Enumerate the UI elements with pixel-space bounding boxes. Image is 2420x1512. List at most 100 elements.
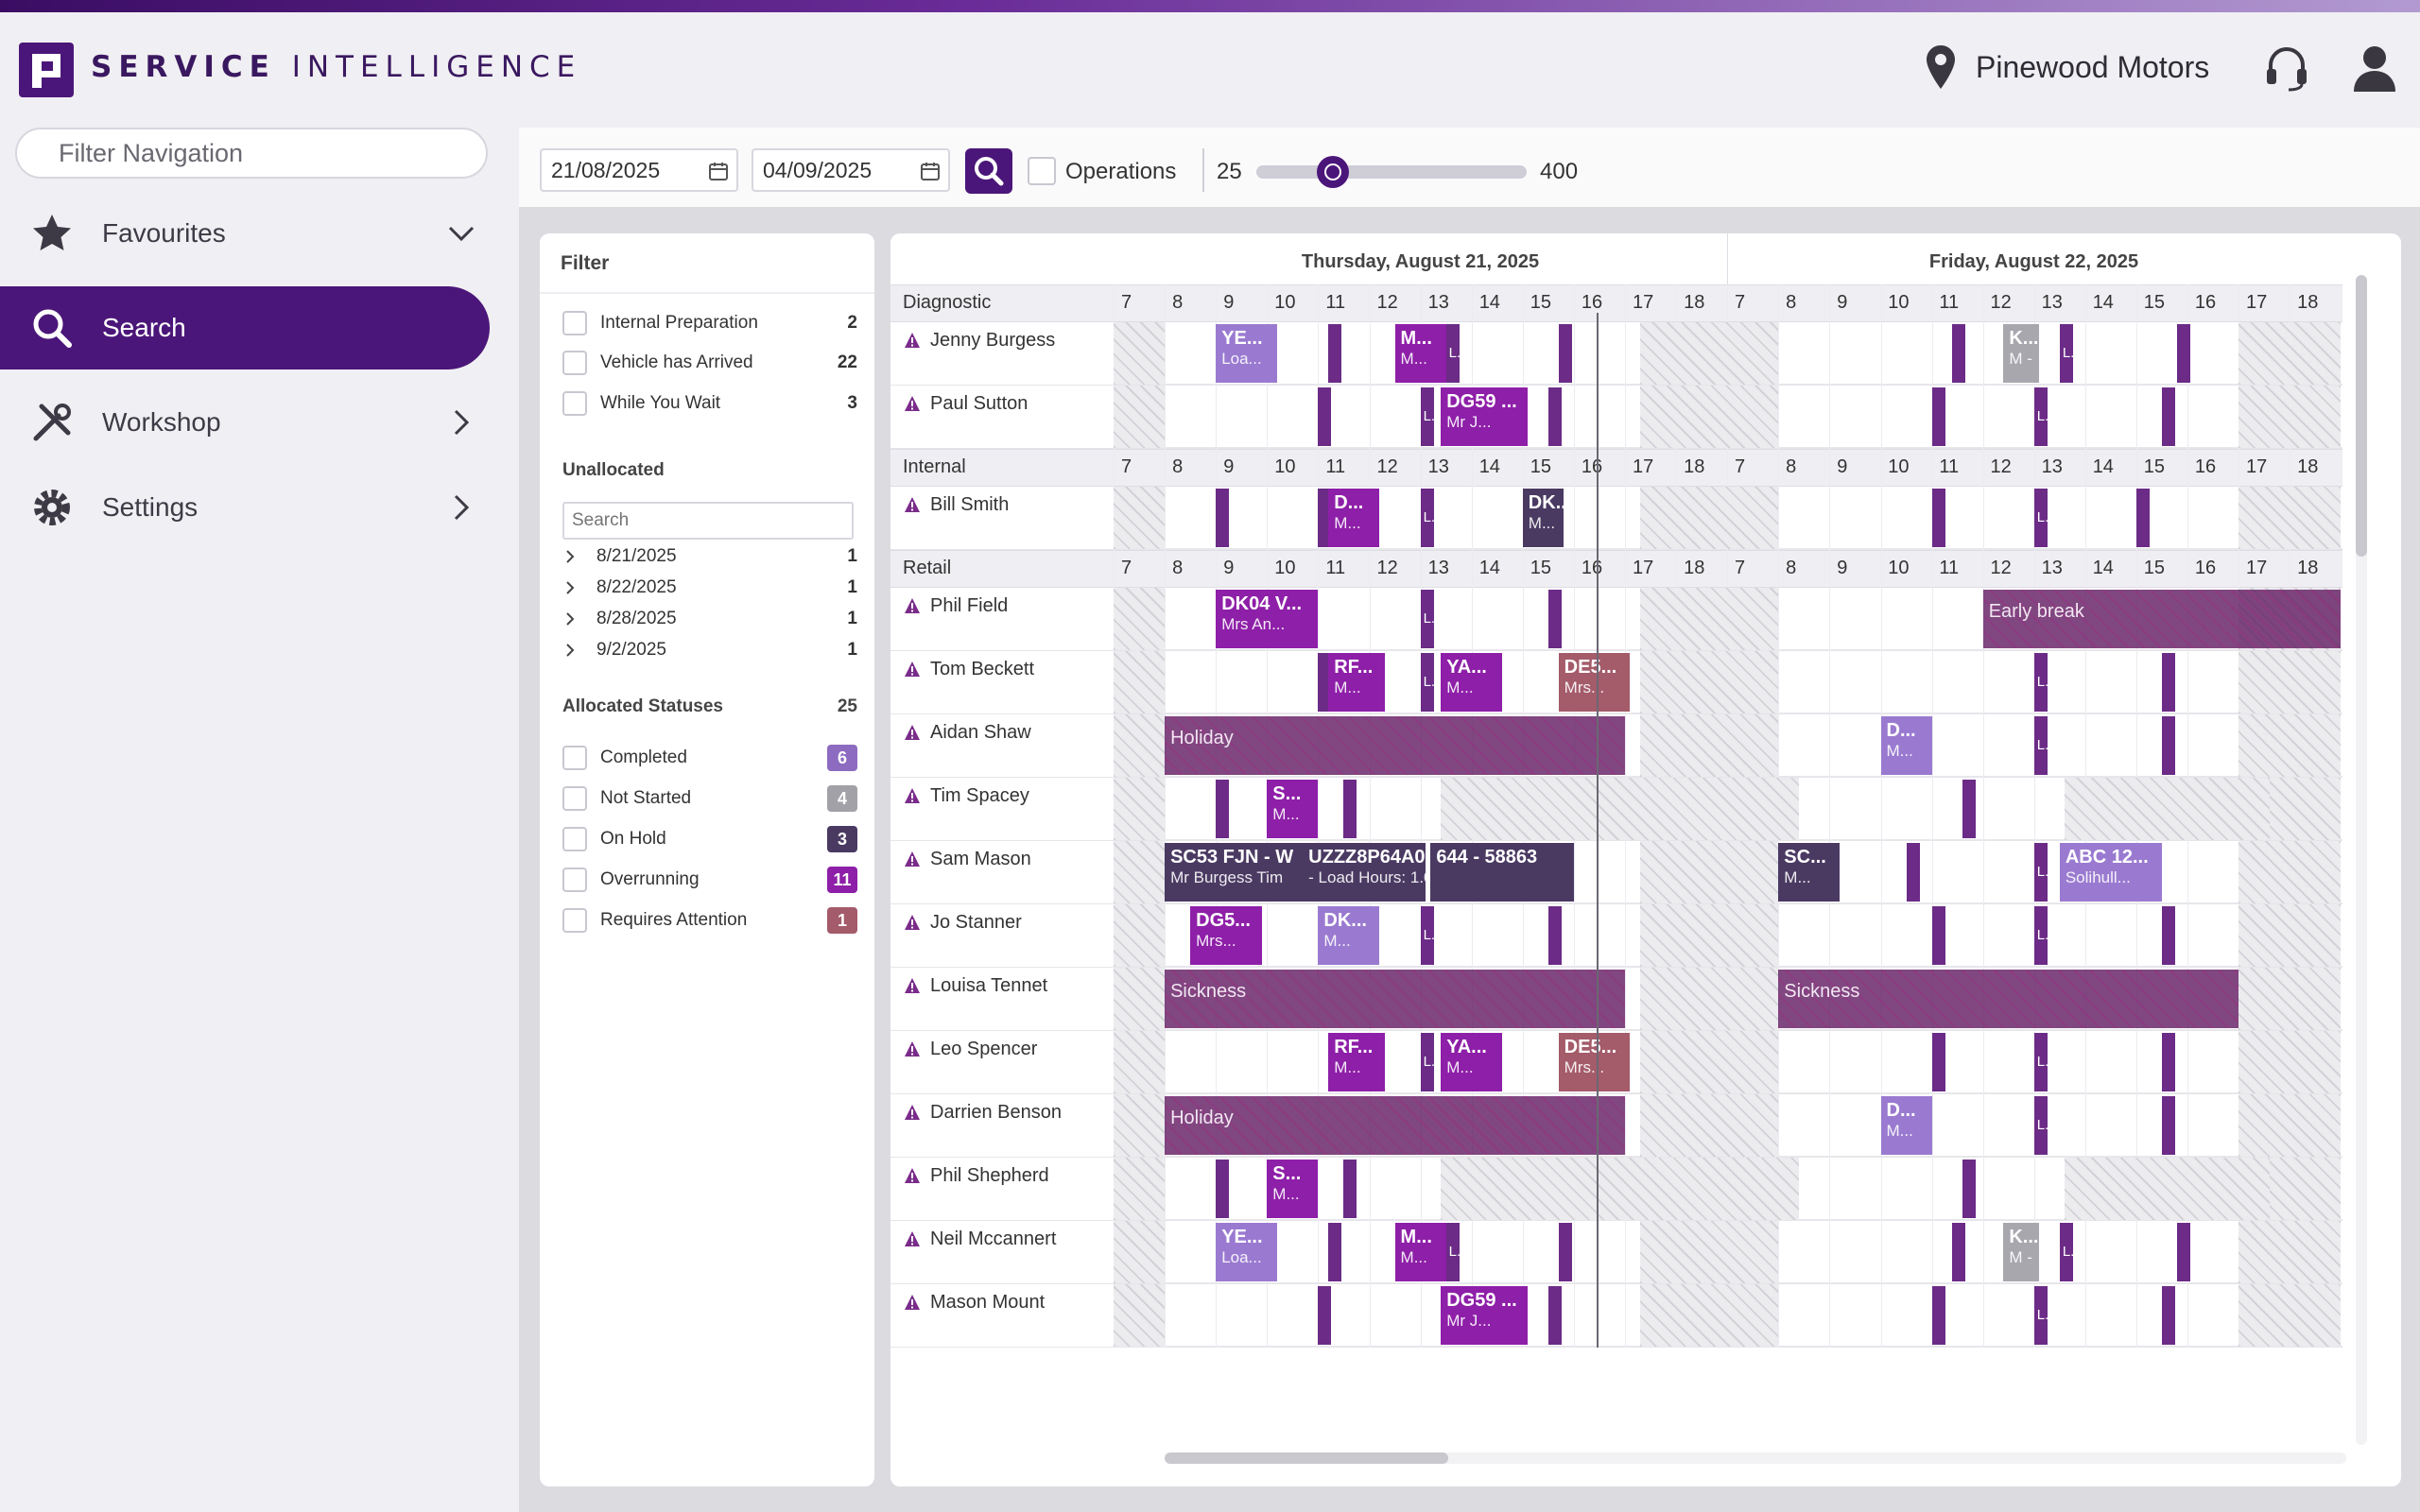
absence-block[interactable]: Sickness [1165, 970, 1625, 1028]
status-completed[interactable]: Completed 6 [562, 744, 857, 772]
lunch-break[interactable] [1216, 489, 1230, 547]
lunch-break[interactable] [1931, 906, 1945, 965]
resource-name[interactable]: Jenny Burgess [904, 326, 1112, 354]
lunch-break[interactable]: L... [2033, 1286, 2048, 1345]
lunch-break[interactable] [1952, 1223, 1966, 1281]
resource-name[interactable]: Paul Sutton [904, 389, 1112, 418]
job-event[interactable]: DK04 V... Mrs An... [1216, 590, 1319, 648]
lunch-break[interactable]: L... [1445, 324, 1460, 383]
zoom-slider-thumb[interactable] [1317, 156, 1349, 188]
job-event[interactable]: YA... M... [1441, 1033, 1503, 1091]
absence-block[interactable]: Early break [1982, 590, 2342, 648]
chevron-right-icon[interactable] [448, 409, 475, 436]
resource-name[interactable]: Louisa Tennet [904, 971, 1112, 1000]
date-to-field[interactable]: 04/09/2025 [752, 148, 950, 192]
unallocated-date-item[interactable]: 8/21/2025 1 [562, 542, 857, 571]
job-event[interactable]: S... M... [1267, 1160, 1319, 1218]
lunch-break[interactable] [1328, 1223, 1342, 1281]
status-on-hold[interactable]: On Hold 3 [562, 825, 857, 853]
zoom-slider-track[interactable] [1256, 165, 1527, 179]
lunch-break[interactable]: L... [1420, 489, 1434, 547]
lunch-break[interactable] [2177, 324, 2191, 383]
job-event[interactable]: UZZZ8P64A0- Load Hours: 1.00 [1303, 843, 1426, 902]
lunch-break[interactable] [2162, 653, 2176, 712]
job-event[interactable]: DG59 ... Mr J... [1441, 387, 1529, 446]
lunch-break[interactable]: L... [1420, 1033, 1434, 1091]
lunch-break[interactable] [1558, 324, 1572, 383]
job-event[interactable]: M... M... [1394, 324, 1446, 383]
absence-block[interactable]: Sickness [1778, 970, 2239, 1028]
lunch-break[interactable] [1318, 387, 1332, 446]
search-button[interactable] [965, 148, 1012, 194]
lunch-break[interactable] [1343, 780, 1357, 838]
job-event[interactable]: DE5... Mrs... [1558, 1033, 1631, 1091]
lunch-break[interactable] [1952, 324, 1966, 383]
lunch-break[interactable] [1931, 1033, 1945, 1091]
lunch-break[interactable] [1962, 780, 1977, 838]
unallocated-date-item[interactable]: 8/28/2025 1 [562, 605, 857, 633]
lunch-break[interactable] [2177, 1223, 2191, 1281]
vertical-scrollbar[interactable] [2356, 275, 2367, 557]
resource-name[interactable]: Neil Mccannert [904, 1225, 1112, 1253]
lunch-break[interactable]: L... [2059, 324, 2073, 383]
job-event[interactable]: YE... Loa... [1216, 1223, 1278, 1281]
checkbox[interactable] [562, 827, 587, 851]
lunch-break[interactable]: L... [2033, 489, 2048, 547]
job-event[interactable]: SC... M... [1778, 843, 1841, 902]
user-profile-icon[interactable] [2354, 44, 2395, 92]
lunch-break[interactable] [1343, 1160, 1357, 1218]
resource-name[interactable]: Tim Spacey [904, 782, 1112, 810]
lunch-break[interactable] [1318, 1286, 1332, 1345]
lunch-break[interactable]: L... [1420, 653, 1434, 712]
resource-name[interactable]: Mason Mount [904, 1288, 1112, 1316]
chevron-right-icon[interactable] [562, 611, 578, 627]
job-event[interactable]: DK...M... [1318, 906, 1380, 965]
lunch-break[interactable] [1558, 1223, 1572, 1281]
lunch-break[interactable]: L... [2033, 906, 2048, 965]
chevron-right-icon[interactable] [562, 580, 578, 595]
job-event[interactable]: SC53 FJN - W Mr Burgess Tim [1165, 843, 1304, 902]
resource-name[interactable]: Leo Spencer [904, 1035, 1112, 1063]
lunch-break[interactable]: L... [2059, 1223, 2073, 1281]
job-event[interactable]: D... M... [1880, 716, 1932, 775]
checkbox[interactable] [562, 746, 587, 770]
lunch-break[interactable] [2162, 1286, 2176, 1345]
checkbox[interactable] [562, 311, 587, 335]
lunch-break[interactable]: L... [1420, 387, 1434, 446]
lunch-break[interactable] [2162, 387, 2176, 446]
status-not-started[interactable]: Not Started 4 [562, 784, 857, 813]
resource-name[interactable]: Jo Stanner [904, 908, 1112, 936]
lunch-break[interactable]: L... [1420, 590, 1434, 648]
operations-checkbox[interactable] [1028, 157, 1056, 185]
lunch-break[interactable] [2162, 906, 2176, 965]
lunch-break[interactable] [1962, 1160, 1977, 1218]
lunch-break[interactable] [1547, 906, 1562, 965]
lunch-break[interactable]: L... [2033, 1096, 2048, 1155]
lunch-break[interactable] [2162, 716, 2176, 775]
resource-name[interactable]: Sam Mason [904, 845, 1112, 873]
job-event[interactable]: K... M - [2003, 1223, 2040, 1281]
lunch-break[interactable]: L... [2033, 716, 2048, 775]
lunch-break[interactable]: L... [2033, 1033, 2048, 1091]
job-event[interactable]: K... M - [2003, 324, 2040, 383]
lunch-break[interactable] [1547, 1286, 1562, 1345]
chevron-right-icon[interactable] [448, 494, 475, 521]
sidebar-item-search[interactable]: Search [0, 286, 490, 369]
filter-internal-preparation[interactable]: Internal Preparation 2 [562, 309, 857, 337]
lunch-break[interactable] [2136, 489, 2150, 547]
checkbox[interactable] [562, 786, 587, 811]
lunch-break[interactable] [1216, 1160, 1230, 1218]
location-selector[interactable]: Pinewood Motors [1927, 39, 2209, 95]
lunch-break[interactable]: L... [2033, 653, 2048, 712]
lunch-break[interactable]: L... [1445, 1223, 1460, 1281]
job-event[interactable]: DE5... Mrs... [1558, 653, 1631, 712]
lunch-break[interactable]: L... [1420, 906, 1434, 965]
job-event[interactable]: M... M... [1394, 1223, 1446, 1281]
resource-name[interactable]: Bill Smith [904, 490, 1112, 519]
resource-name[interactable]: Phil Shepherd [904, 1161, 1112, 1190]
checkbox[interactable] [562, 391, 587, 416]
job-event[interactable]: DG5... Mrs... [1190, 906, 1262, 965]
lunch-break[interactable] [1216, 780, 1230, 838]
job-event[interactable]: DG59 ... Mr J... [1441, 1286, 1529, 1345]
lunch-break[interactable] [1931, 1286, 1945, 1345]
